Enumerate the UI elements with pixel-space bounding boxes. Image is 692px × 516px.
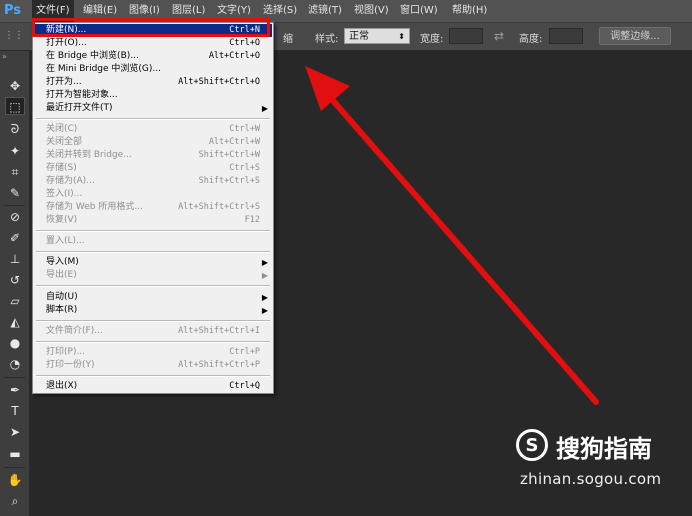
menu-item-export[interactable]: 导出(E) ▶ bbox=[34, 269, 272, 282]
sogou-watermark: S 搜狗指南 zhinan.sogou.com bbox=[512, 425, 682, 495]
file-menu-dropdown: 新建(N)... Ctrl+N 打开(O)... Ctrl+O 在 Bridge… bbox=[32, 22, 274, 394]
menu-separator bbox=[36, 341, 270, 343]
menu-item-close[interactable]: 关闭(C) Ctrl+W bbox=[34, 123, 272, 136]
menu-item-file-info[interactable]: 文件简介(F)... Alt+Shift+Ctrl+I bbox=[34, 325, 272, 338]
menu-item-check-in[interactable]: 签入(I)... bbox=[34, 188, 272, 201]
menu-item-browse-mini-bridge[interactable]: 在 Mini Bridge 中浏览(G)... bbox=[34, 63, 272, 76]
watermark-title: 搜狗指南 bbox=[556, 435, 652, 463]
annotation-highlight-box bbox=[32, 18, 270, 37]
watermark-url: zhinan.sogou.com bbox=[520, 470, 662, 488]
menu-item-scripts[interactable]: 脚本(R) ▶ bbox=[34, 304, 272, 317]
menu-item-automate[interactable]: 自动(U) ▶ bbox=[34, 291, 272, 304]
menu-separator bbox=[36, 230, 270, 232]
submenu-arrow-icon: ▶ bbox=[261, 104, 268, 113]
menu-item-exit[interactable]: 退出(X) Ctrl+Q bbox=[34, 380, 272, 393]
menu-item-recent-files[interactable]: 最近打开文件(T) ▶ bbox=[34, 102, 272, 115]
menu-item-open-smart-object[interactable]: 打开为智能对象... bbox=[34, 89, 272, 102]
menu-item-open[interactable]: 打开(O)... Ctrl+O bbox=[34, 37, 272, 50]
menu-item-browse-bridge[interactable]: 在 Bridge 中浏览(B)... Alt+Ctrl+O bbox=[34, 50, 272, 63]
menu-item-print[interactable]: 打印(P)... Ctrl+P bbox=[34, 346, 272, 359]
menu-item-import[interactable]: 导入(M) ▶ bbox=[34, 256, 272, 269]
submenu-arrow-icon: ▶ bbox=[261, 271, 268, 280]
submenu-arrow-icon: ▶ bbox=[261, 306, 268, 315]
menu-separator bbox=[36, 285, 270, 287]
menu-item-close-go-bridge[interactable]: 关闭并转到 Bridge... Shift+Ctrl+W bbox=[34, 149, 272, 162]
menu-item-close-all[interactable]: 关闭全部 Alt+Ctrl+W bbox=[34, 136, 272, 149]
sogou-logo-icon: S bbox=[516, 429, 548, 461]
menu-separator bbox=[36, 251, 270, 253]
menu-item-print-one-copy[interactable]: 打印一份(Y) Alt+Shift+Ctrl+P bbox=[34, 359, 272, 372]
submenu-arrow-icon: ▶ bbox=[261, 293, 268, 302]
menu-item-place[interactable]: 置入(L)... bbox=[34, 235, 272, 248]
menu-separator bbox=[36, 320, 270, 322]
menu-separator bbox=[36, 375, 270, 377]
submenu-arrow-icon: ▶ bbox=[261, 258, 268, 267]
menu-item-open-as[interactable]: 打开为... Alt+Shift+Ctrl+O bbox=[34, 76, 272, 89]
menu-separator bbox=[36, 118, 270, 120]
menu-item-save-for-web[interactable]: 存储为 Web 所用格式... Alt+Shift+Ctrl+S bbox=[34, 201, 272, 214]
menu-item-save[interactable]: 存储(S) Ctrl+S bbox=[34, 162, 272, 175]
menu-item-revert[interactable]: 恢复(V) F12 bbox=[34, 214, 272, 227]
menu-item-save-as[interactable]: 存储为(A)... Shift+Ctrl+S bbox=[34, 175, 272, 188]
